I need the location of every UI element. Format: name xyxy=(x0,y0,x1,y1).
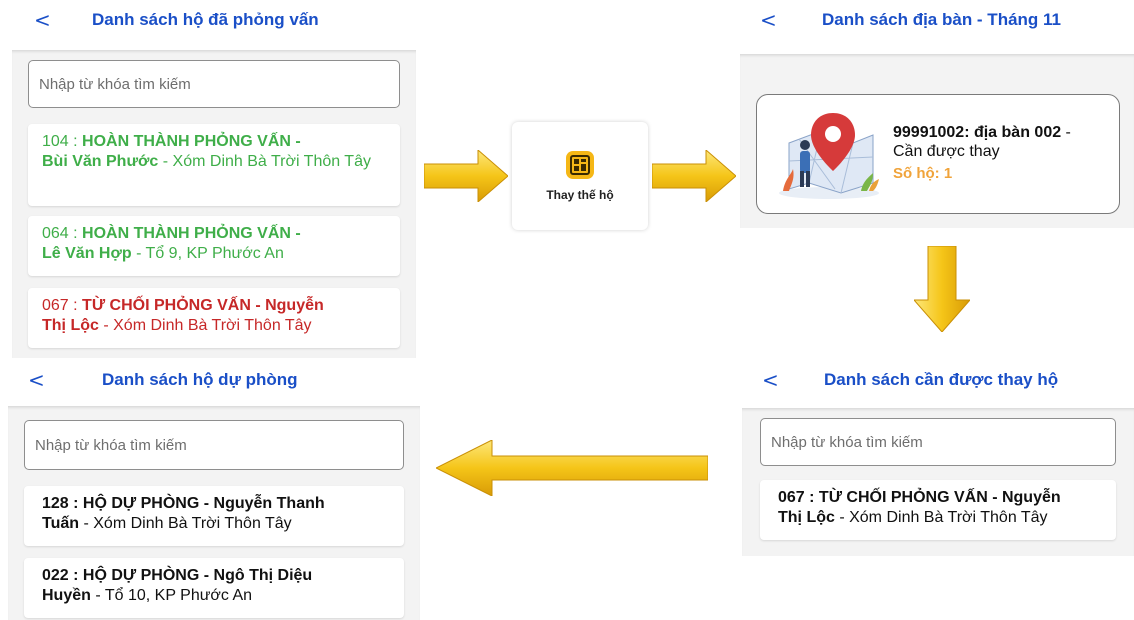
list-item[interactable]: 064 : HOÀN THÀNH PHỎNG VẤN - Lê Văn Hợp … xyxy=(28,216,400,276)
household-name: Bùi Văn Phước xyxy=(42,153,159,170)
search-placeholder: Nhập từ khóa tìm kiếm xyxy=(771,433,923,451)
needs-replacement-screen: < Danh sách cần được thay hộ Nhập từ khó… xyxy=(742,360,1134,556)
household-address: - Xóm Dinh Bà Trời Thôn Tây xyxy=(79,515,292,532)
search-input[interactable]: Nhập từ khóa tìm kiếm xyxy=(24,420,404,470)
area-status-note: Cần được thay xyxy=(893,143,1000,160)
app-bar: < Danh sách cần được thay hộ xyxy=(742,360,1134,408)
list-body: Nhập từ khóa tìm kiếm 104 : HOÀN THÀNH P… xyxy=(12,50,416,358)
household-status: HOÀN THÀNH PHỎNG VẤN - xyxy=(82,133,301,150)
flow-arrow-left-icon xyxy=(436,440,708,496)
household-name: Lê Văn Hợp xyxy=(42,245,132,262)
page-title: Danh sách cần được thay hộ xyxy=(824,370,1059,389)
search-input[interactable]: Nhập từ khóa tìm kiếm xyxy=(28,60,400,108)
map-location-illustration xyxy=(779,113,879,199)
page-title: Danh sách hộ dự phòng xyxy=(102,370,298,389)
household-name: Huyền xyxy=(42,587,91,604)
replace-household-icon xyxy=(566,151,594,179)
household-name: Thị Lộc xyxy=(42,317,99,334)
replace-household-button[interactable]: Thay thế hộ xyxy=(512,122,648,230)
household-code-status: 067 : TỪ CHỐI PHỎNG VẤN - Nguyễn xyxy=(778,489,1061,506)
reserve-households-screen: < Danh sách hộ dự phòng Nhập từ khóa tìm… xyxy=(8,360,420,620)
interviewed-households-screen: < Danh sách hộ đã phỏng vấn Nhập từ khóa… xyxy=(12,0,416,358)
app-bar: < Danh sách hộ dự phòng xyxy=(8,360,420,408)
area-code-dash: - xyxy=(1061,124,1071,141)
list-item[interactable]: 128 : HỘ DỰ PHÒNG - Nguyễn Thanh Tuấn - … xyxy=(24,486,404,546)
search-placeholder: Nhập từ khóa tìm kiếm xyxy=(35,436,187,454)
household-name: Thị Lộc xyxy=(778,509,835,526)
household-address: - Xóm Dinh Bà Trời Thôn Tây xyxy=(834,509,1048,526)
area-card[interactable]: 99991002: địa bàn 002 - Cần được thay Số… xyxy=(756,94,1120,214)
household-address: - Tổ 10, KP Phước An xyxy=(90,587,253,604)
household-name: Tuấn xyxy=(42,515,80,532)
page-title: Danh sách địa bàn - Tháng 11 xyxy=(822,10,1061,29)
household-address: - Xóm Dinh Bà Trời Thôn Tây xyxy=(103,317,312,334)
household-code: 067 : xyxy=(42,297,78,314)
area-code: 99991002: địa bàn 002 - Cần được thay xyxy=(893,123,1071,161)
household-code-status: 022 : HỘ DỰ PHÒNG - Ngô Thị Diệu xyxy=(42,567,313,584)
app-bar: < Danh sách địa bàn - Tháng 11 xyxy=(740,0,1134,48)
search-input[interactable]: Nhập từ khóa tìm kiếm xyxy=(760,418,1116,466)
flow-arrow-right-icon xyxy=(424,150,508,202)
list-item[interactable]: 022 : HỘ DỰ PHÒNG - Ngô Thị Diệu Huyền -… xyxy=(24,558,404,618)
back-chevron-icon[interactable]: < xyxy=(762,368,779,392)
page-title: Danh sách hộ đã phỏng vấn xyxy=(92,10,319,29)
household-address: - Xóm Dinh Bà Trời Thôn Tây xyxy=(162,153,371,170)
household-code: 064 : xyxy=(42,225,78,242)
search-placeholder: Nhập từ khóa tìm kiếm xyxy=(39,75,191,93)
back-chevron-icon[interactable]: < xyxy=(760,8,777,32)
replace-household-label: Thay thế hộ xyxy=(546,188,614,202)
flow-arrow-right-icon xyxy=(652,150,736,202)
list-body: Nhập từ khóa tìm kiếm 128 : HỘ DỰ PHÒNG … xyxy=(8,406,420,620)
app-bar: < Danh sách hộ đã phỏng vấn xyxy=(12,0,416,48)
back-chevron-icon[interactable]: < xyxy=(34,8,51,32)
household-count: Số hộ: 1 xyxy=(893,165,953,182)
household-status: TỪ CHỐI PHỎNG VẤN - Nguyễn xyxy=(82,297,324,314)
household-code: 104 : xyxy=(42,133,78,150)
back-chevron-icon[interactable]: < xyxy=(28,368,45,392)
area-code-text: 99991002: địa bàn 002 xyxy=(893,124,1062,141)
list-body: Nhập từ khóa tìm kiếm 067 : TỪ CHỐI PHỎN… xyxy=(742,408,1134,556)
list-item[interactable]: 067 : TỪ CHỐI PHỎNG VẤN - Nguyễn Thị Lộc… xyxy=(28,288,400,348)
list-item[interactable]: 104 : HOÀN THÀNH PHỎNG VẤN - Bùi Văn Phư… xyxy=(28,124,400,206)
household-status: HOÀN THÀNH PHỎNG VẤN - xyxy=(82,225,301,242)
flow-arrow-down-icon xyxy=(914,246,970,332)
list-item[interactable]: 067 : TỪ CHỐI PHỎNG VẤN - Nguyễn Thị Lộc… xyxy=(760,480,1116,540)
household-code-status: 128 : HỘ DỰ PHÒNG - Nguyễn Thanh xyxy=(42,495,325,512)
household-address: - Tổ 9, KP Phước An xyxy=(136,245,284,262)
